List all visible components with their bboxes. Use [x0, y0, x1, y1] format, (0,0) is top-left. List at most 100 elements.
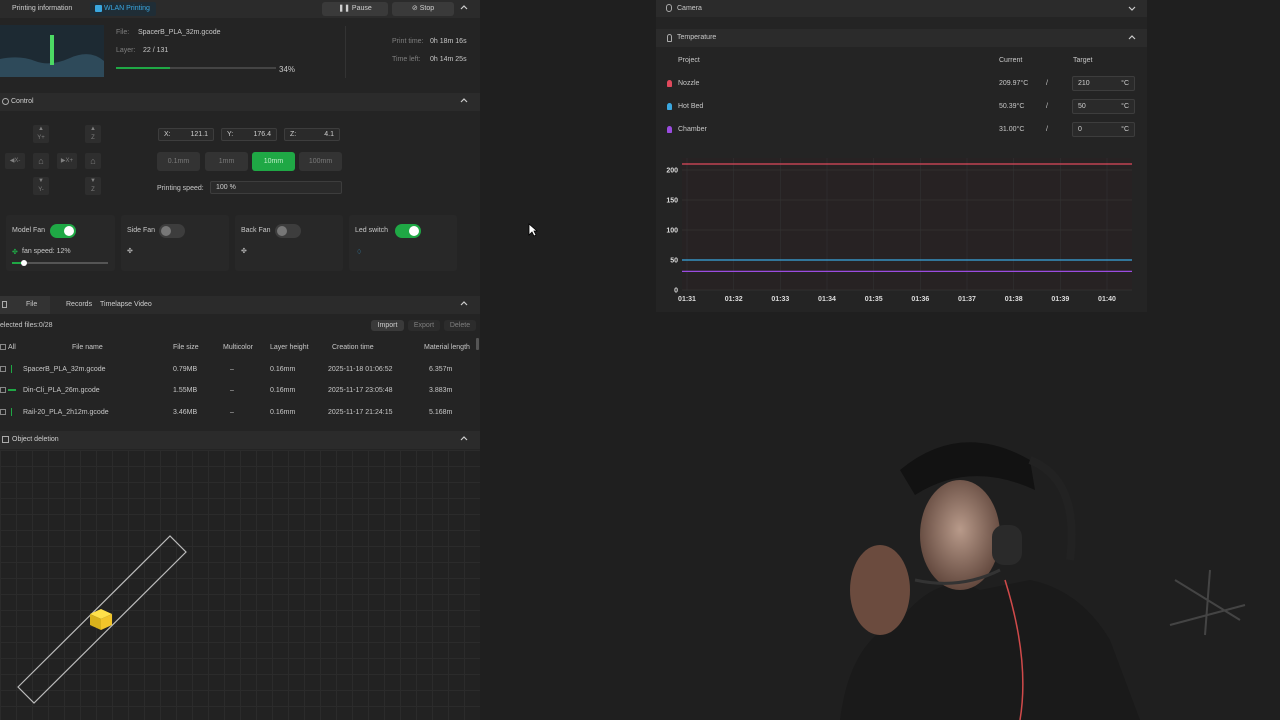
- export-button[interactable]: Export: [408, 320, 440, 331]
- model-fan-toggle[interactable]: [50, 224, 76, 238]
- import-button[interactable]: Import: [371, 320, 404, 331]
- table-scrollbar[interactable]: [476, 338, 479, 350]
- x-coordinate-field[interactable]: X: 121.1: [158, 128, 214, 141]
- y-tick-label: 100: [666, 228, 678, 235]
- row-checkbox[interactable]: [0, 387, 6, 393]
- back-fan-card: Back Fan ✤: [235, 215, 343, 271]
- layer-label: Layer:: [116, 47, 136, 54]
- lightbulb-icon: ♢: [356, 249, 363, 256]
- select-all-checkbox[interactable]: [0, 344, 6, 350]
- temperature-chart: 0 50 100 150 200 01:31 01:32 01:33 01:34 01:35 01:…: [666, 158, 1132, 303]
- row-creation-time: 2025-11-17 21:24:15: [328, 409, 393, 416]
- side-fan-toggle[interactable]: [159, 224, 185, 238]
- jog-y-minus-button[interactable]: ▼ Y-: [33, 177, 49, 195]
- step-10mm-button[interactable]: 10mm: [252, 152, 295, 171]
- arrow-up-icon: ▲: [90, 126, 96, 132]
- y-value: 176.4: [253, 131, 271, 138]
- back-fan-toggle[interactable]: [275, 224, 301, 238]
- side-fan-card: Side Fan ✤: [121, 215, 229, 271]
- jog-y-plus-label: Y+: [37, 135, 45, 141]
- right-panel: Camera Temperature Project Current Targe…: [656, 0, 1147, 312]
- tab-timelapse-video[interactable]: Timelapse Video: [100, 301, 152, 308]
- wlan-icon: [95, 5, 102, 12]
- x-tick-label: 01:32: [725, 296, 743, 303]
- temperature-row-nozzle: Nozzle 209.97°C / 210 °C: [656, 74, 1147, 94]
- fan-speed-slider[interactable]: [12, 260, 108, 266]
- row-creation-time: 2025-11-17 23:05:48: [328, 387, 393, 394]
- chamber-target-field[interactable]: 0 °C: [1072, 122, 1135, 137]
- stop-icon: ⊘: [411, 5, 420, 12]
- x-tick-label: 01:33: [771, 296, 789, 303]
- x-tick-label: 01:38: [1005, 296, 1023, 303]
- chevron-down-icon[interactable]: [1128, 4, 1136, 12]
- printing-speed-field[interactable]: 100 %: [210, 181, 342, 194]
- fan-speed-handle[interactable]: [20, 260, 27, 266]
- home-xy-button[interactable]: ⌂: [33, 153, 49, 169]
- table-row[interactable]: Din-Cli_PLA_26m.gcode 1.55MB – 0.16mm 20…: [0, 381, 476, 401]
- table-row[interactable]: Rail-20_PLA_2h12m.gcode 3.46MB – 0.16mm …: [0, 403, 476, 423]
- column-creation-time[interactable]: Creation time: [332, 344, 374, 351]
- y-label: Y:: [227, 131, 234, 138]
- camera-icon: [666, 4, 672, 12]
- step-0-1mm-button[interactable]: 0.1mm: [157, 152, 200, 171]
- y-coordinate-field[interactable]: Y: 176.4: [221, 128, 277, 141]
- chevron-up-icon[interactable]: [1128, 34, 1136, 42]
- jog-y-plus-button[interactable]: ▲ Y+: [33, 125, 49, 143]
- object-deletion-canvas[interactable]: [0, 450, 480, 720]
- row-multicolor: –: [230, 409, 234, 416]
- time-left-label: Time left:: [392, 56, 421, 63]
- column-project: Project: [678, 57, 700, 64]
- column-material-length: Material length: [424, 344, 470, 351]
- hot-bed-target-field[interactable]: 50 °C: [1072, 99, 1135, 114]
- row-checkbox[interactable]: [0, 409, 6, 415]
- control-icon: [2, 98, 9, 105]
- x-tick-label: 01:35: [865, 296, 883, 303]
- flame-icon: [667, 126, 672, 133]
- column-file-name[interactable]: File name: [72, 344, 103, 351]
- control-title: Control: [11, 98, 34, 105]
- jog-x-minus-label: X-: [14, 158, 21, 164]
- jog-z-up-button[interactable]: ▲ Z: [85, 125, 101, 143]
- jog-x-plus-button[interactable]: ▶X+: [57, 153, 77, 169]
- object-deletion-header: Object deletion: [0, 431, 480, 449]
- tab-records[interactable]: Records: [66, 301, 92, 308]
- unit-label: °C: [1121, 103, 1129, 110]
- pause-button[interactable]: ❚❚ Pause: [322, 2, 388, 16]
- home-z-button[interactable]: ⌂: [85, 153, 101, 169]
- table-row[interactable]: SpacerB_PLA_32m.gcode 0.79MB – 0.16mm 20…: [0, 360, 476, 380]
- stop-label: Stop: [419, 5, 435, 12]
- stop-button[interactable]: ⊘ Stop: [392, 2, 454, 16]
- chevron-up-icon[interactable]: [460, 300, 468, 308]
- files-header: File Records Timelapse Video: [0, 296, 480, 314]
- step-1mm-button[interactable]: 1mm: [205, 152, 248, 171]
- y-tick-label: 150: [666, 198, 678, 205]
- z-coordinate-field[interactable]: Z: 4.1: [284, 128, 340, 141]
- delete-button[interactable]: Delete: [444, 320, 476, 331]
- chevron-up-icon[interactable]: [460, 4, 468, 12]
- tab-file[interactable]: File: [0, 296, 50, 314]
- selected-files-count: elected files:0/28: [0, 322, 53, 329]
- led-switch-toggle[interactable]: [395, 224, 421, 238]
- home-icon: ⌂: [90, 156, 96, 166]
- row-file-name: SpacerB_PLA_32m.gcode: [23, 366, 106, 373]
- nozzle-target-field[interactable]: 210 °C: [1072, 76, 1135, 91]
- jog-x-minus-button[interactable]: ◀X-: [5, 153, 25, 169]
- nozzle-label: Nozzle: [678, 80, 700, 87]
- arrow-up-icon: ▲: [38, 126, 44, 132]
- file-label: File:: [116, 29, 130, 36]
- chevron-up-icon[interactable]: [460, 97, 468, 105]
- back-fan-label: Back Fan: [241, 227, 271, 234]
- led-switch-label: Led switch: [355, 227, 389, 234]
- progress-fill: [116, 67, 171, 69]
- arrow-down-icon: ▼: [90, 178, 96, 184]
- column-file-size[interactable]: File size: [173, 344, 199, 351]
- print-time-label: Print time:: [392, 38, 424, 45]
- x-tick-label: 01:39: [1051, 296, 1069, 303]
- row-checkbox[interactable]: [0, 366, 6, 372]
- x-label: X:: [164, 131, 171, 138]
- chevron-up-icon[interactable]: [460, 435, 468, 443]
- step-100mm-button[interactable]: 100mm: [299, 152, 342, 171]
- hot-bed-current: 50.39°C: [999, 103, 1025, 110]
- jog-z-down-button[interactable]: ▼ Z: [85, 177, 101, 195]
- chamber-label: Chamber: [678, 126, 707, 133]
